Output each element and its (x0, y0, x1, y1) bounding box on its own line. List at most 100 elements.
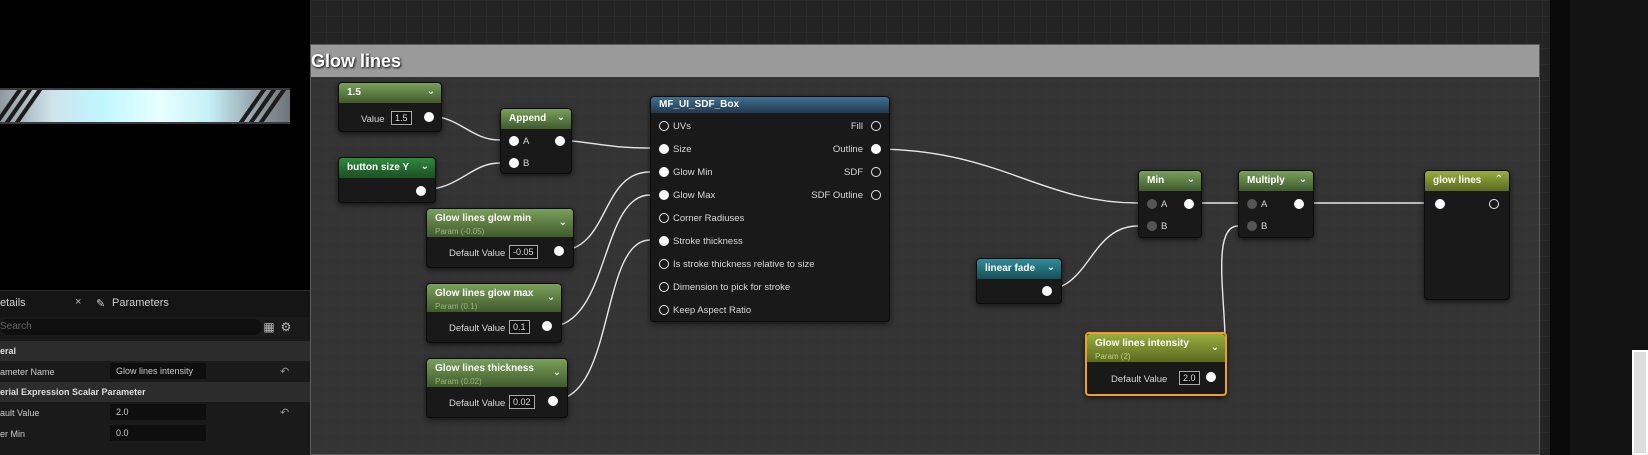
input-pin-a[interactable] (509, 136, 519, 146)
tab-details[interactable]: etails (0, 297, 26, 309)
output-pin-label: Fill (850, 121, 863, 132)
pin-b-label: B (1161, 221, 1168, 232)
input-pin[interactable] (659, 305, 669, 315)
output-pin[interactable] (424, 112, 434, 122)
value-field[interactable]: 1.5 (391, 111, 412, 125)
reset-icon[interactable]: ↶ (280, 365, 289, 378)
default-value-label: Default Value (449, 248, 506, 259)
input-pin[interactable] (659, 259, 669, 269)
input-pin-a[interactable] (1147, 199, 1157, 209)
button-size-y-node[interactable]: button size Y ⌄ (338, 157, 436, 203)
input-pin[interactable] (659, 144, 669, 154)
comment-title-bar[interactable]: Glow lines (311, 45, 1539, 77)
output-pin[interactable] (1206, 372, 1216, 382)
output-pin[interactable] (871, 190, 881, 200)
output-pin[interactable] (871, 121, 881, 131)
property-default-value: ault Value 2.0 ↶ (0, 402, 310, 423)
linear-fade-node[interactable]: linear fade ⌄ (976, 258, 1062, 304)
output-pin[interactable] (871, 167, 881, 177)
chevron-down-icon[interactable]: ⌄ (547, 292, 555, 303)
default-value-label: Default Value (449, 323, 506, 334)
glow-max-param-node[interactable]: Glow lines glow max Param (0.1) ⌄ Defaul… (426, 283, 562, 343)
parameter-name-field[interactable]: Glow lines intensity (110, 363, 206, 379)
reset-icon[interactable]: ↶ (280, 406, 289, 419)
pencil-icon: ✎ (96, 298, 106, 310)
glow-thickness-param-node[interactable]: Glow lines thickness Param (0.02) ⌄ Defa… (426, 358, 568, 418)
node-title: button size Y (347, 162, 410, 173)
default-value-field[interactable]: 0.1 (509, 320, 530, 334)
output-pin-label: Outline (832, 144, 863, 155)
details-panel: etails × ✎ Parameters Search ▦ ⚙ eral am… (0, 290, 310, 455)
search-input[interactable]: Search (0, 319, 262, 335)
output-pin[interactable] (554, 246, 564, 256)
input-pin[interactable] (659, 236, 669, 246)
output-pin[interactable] (871, 144, 881, 154)
chevron-down-icon[interactable]: ⌄ (1187, 174, 1195, 185)
input-pin[interactable] (659, 190, 669, 200)
table-view-icon[interactable]: ▦ (262, 320, 276, 334)
chevron-down-icon[interactable]: ⌄ (1299, 174, 1307, 185)
constant-node[interactable]: 1.5 ⌄ Value 1.5 (338, 82, 442, 132)
category-general[interactable]: eral (0, 341, 310, 361)
input-pin-b[interactable] (509, 158, 519, 168)
chevron-down-icon[interactable]: ⌄ (1047, 262, 1055, 273)
chevron-up-icon[interactable]: ⌃ (1495, 174, 1503, 185)
default-value-field[interactable]: 2.0 (110, 404, 206, 420)
close-icon[interactable]: × (75, 296, 81, 308)
output-pin[interactable] (1294, 199, 1304, 209)
input-pin[interactable] (659, 121, 669, 131)
output-pin[interactable] (1184, 199, 1194, 209)
node-title: glow lines (1433, 175, 1482, 186)
output-pin[interactable] (416, 186, 426, 196)
output-pin[interactable] (548, 396, 558, 406)
gear-icon[interactable]: ⚙ (279, 320, 293, 334)
node-title: 1.5 (347, 87, 361, 98)
input-pin[interactable] (1435, 199, 1445, 209)
multiply-node[interactable]: Multiply ⌄ A B (1238, 170, 1314, 238)
chevron-down-icon[interactable]: ⌄ (1211, 342, 1219, 353)
min-node[interactable]: Min ⌄ A B (1138, 170, 1202, 238)
glow-intensity-param-node[interactable]: Glow lines intensity Param (2) ⌄ Default… (1085, 332, 1227, 396)
output-pin[interactable] (1042, 286, 1052, 296)
append-node[interactable]: Append ⌄ A B (500, 108, 572, 174)
glow-min-param-node[interactable]: Glow lines glow min Param (-0.05) ⌄ Defa… (426, 208, 574, 268)
chevron-down-icon[interactable]: ⌄ (557, 112, 565, 123)
property-parameter-name: ameter Name Glow lines intensity ↶ (0, 361, 310, 382)
output-pin[interactable] (1489, 199, 1499, 209)
node-title: Append (509, 113, 547, 124)
tab-parameters[interactable]: Parameters (112, 297, 169, 309)
default-value-field[interactable]: -0.05 (509, 245, 538, 259)
chevron-down-icon[interactable]: ⌄ (559, 217, 567, 228)
input-pin-b[interactable] (1247, 221, 1257, 231)
input-pin[interactable] (659, 167, 669, 177)
default-value-field[interactable]: 2.0 (1179, 371, 1200, 385)
input-pin-b[interactable] (1147, 221, 1157, 231)
input-pin-label: Keep Aspect Ratio (673, 305, 752, 316)
output-pin[interactable] (555, 136, 565, 146)
category-scalar-parameter[interactable]: erial Expression Scalar Parameter (0, 382, 310, 402)
node-title: Multiply (1247, 175, 1285, 186)
sdf-box-function-node[interactable]: MF_UI_SDF_Box UVs Size Glow Min Glow Max Cor… (650, 96, 890, 322)
output-pin[interactable] (542, 321, 552, 331)
node-title: Glow lines intensity (1095, 338, 1189, 349)
node-title: Min (1147, 175, 1165, 186)
param-subtitle: Param (0.02) (435, 377, 482, 386)
input-pin-label: Glow Min (673, 167, 713, 178)
chevron-down-icon[interactable]: ⌄ (553, 367, 561, 378)
chevron-down-icon[interactable]: ⌄ (421, 161, 429, 172)
param-subtitle: Param (-0.05) (435, 227, 485, 236)
input-pin[interactable] (659, 213, 669, 223)
output-pin-label: SDF Outline (811, 190, 863, 201)
glow-lines-output-node[interactable]: glow lines ⌃ (1424, 170, 1510, 300)
param-subtitle: Param (2) (1095, 352, 1131, 361)
default-value-field[interactable]: 0.02 (509, 395, 535, 409)
preview-viewport[interactable] (0, 0, 310, 290)
input-pin-label: Size (673, 144, 692, 155)
slider-min-field[interactable]: 0.0 (110, 425, 206, 441)
input-pin[interactable] (659, 282, 669, 292)
details-tab-bar: etails × ✎ Parameters (0, 291, 310, 317)
input-pin-label: Is stroke thickness relative to size (673, 259, 815, 270)
pin-a-label: A (1161, 199, 1168, 210)
input-pin-a[interactable] (1247, 199, 1257, 209)
chevron-down-icon[interactable]: ⌄ (427, 86, 435, 97)
